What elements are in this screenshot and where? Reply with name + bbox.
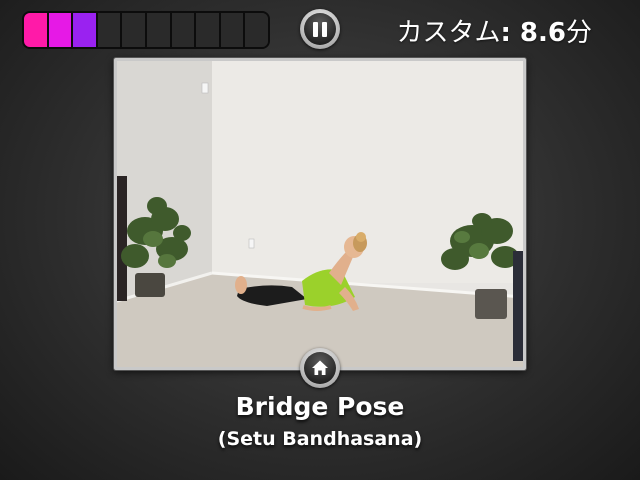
progress-segment-empty bbox=[245, 13, 268, 47]
home-icon bbox=[312, 360, 328, 375]
progress-segment-empty bbox=[220, 13, 246, 47]
workout-progress-bar bbox=[22, 11, 270, 49]
progress-segment-empty bbox=[97, 13, 123, 47]
timer-unit: 分 bbox=[565, 18, 592, 48]
home-button[interactable] bbox=[300, 348, 340, 388]
pause-icon bbox=[313, 21, 327, 37]
timer-label: カスタム bbox=[396, 18, 501, 48]
progress-segment-empty bbox=[171, 13, 197, 47]
timer-value: : 8.6 bbox=[500, 18, 566, 48]
pose-name: Bridge Pose bbox=[235, 392, 405, 421]
pose-video[interactable] bbox=[114, 58, 526, 370]
progress-segment-empty bbox=[122, 13, 147, 47]
progress-segment-complete bbox=[24, 13, 49, 47]
pause-button[interactable] bbox=[300, 9, 340, 49]
progress-segment-empty bbox=[196, 13, 221, 47]
session-timer: カスタム: 8.6分 bbox=[396, 12, 592, 49]
progress-segment-complete bbox=[48, 13, 74, 47]
progress-segment-empty bbox=[146, 13, 172, 47]
pose-video-image bbox=[117, 61, 523, 367]
pose-sanskrit-name: (Setu Bandhasana) bbox=[217, 428, 423, 450]
progress-segment-complete bbox=[73, 13, 98, 47]
